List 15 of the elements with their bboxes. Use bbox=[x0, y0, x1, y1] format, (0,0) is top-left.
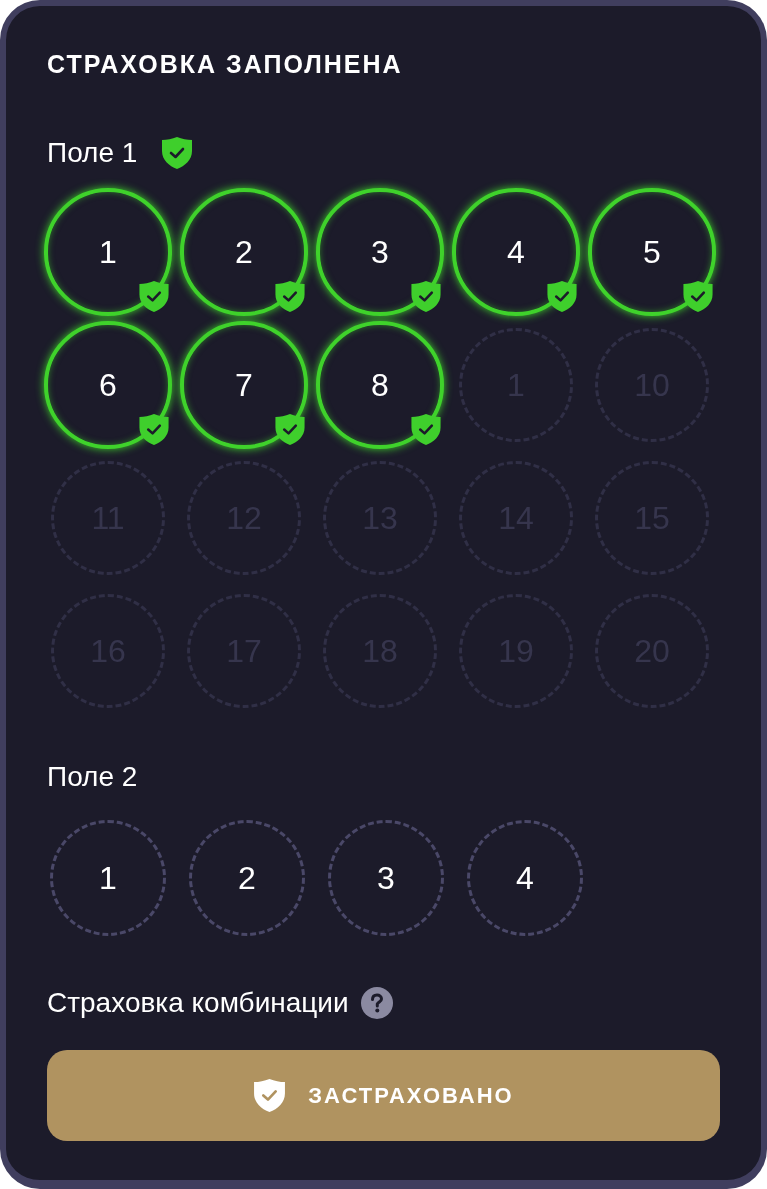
field-label: Поле 2 bbox=[47, 760, 138, 794]
shield-check-icon bbox=[138, 280, 170, 313]
field-label: Поле 1 bbox=[47, 136, 138, 170]
shield-check-icon bbox=[274, 413, 306, 446]
shield-check-icon bbox=[546, 280, 578, 313]
shield-check-icon bbox=[410, 280, 442, 313]
shield-check-icon bbox=[138, 413, 170, 446]
shield-check-icon bbox=[410, 413, 442, 446]
help-icon[interactable] bbox=[360, 987, 393, 1019]
panel-title: СТРАХОВКА ЗАПОЛНЕНА bbox=[47, 49, 403, 79]
combination-insurance-label: Страховка комбинации bbox=[47, 986, 349, 1020]
shield-check-icon bbox=[253, 1078, 287, 1113]
insured-button[interactable]: ЗАСТРАХОВАНО bbox=[47, 1050, 720, 1141]
shield-check-icon bbox=[682, 280, 714, 313]
shield-check-icon bbox=[274, 280, 306, 313]
